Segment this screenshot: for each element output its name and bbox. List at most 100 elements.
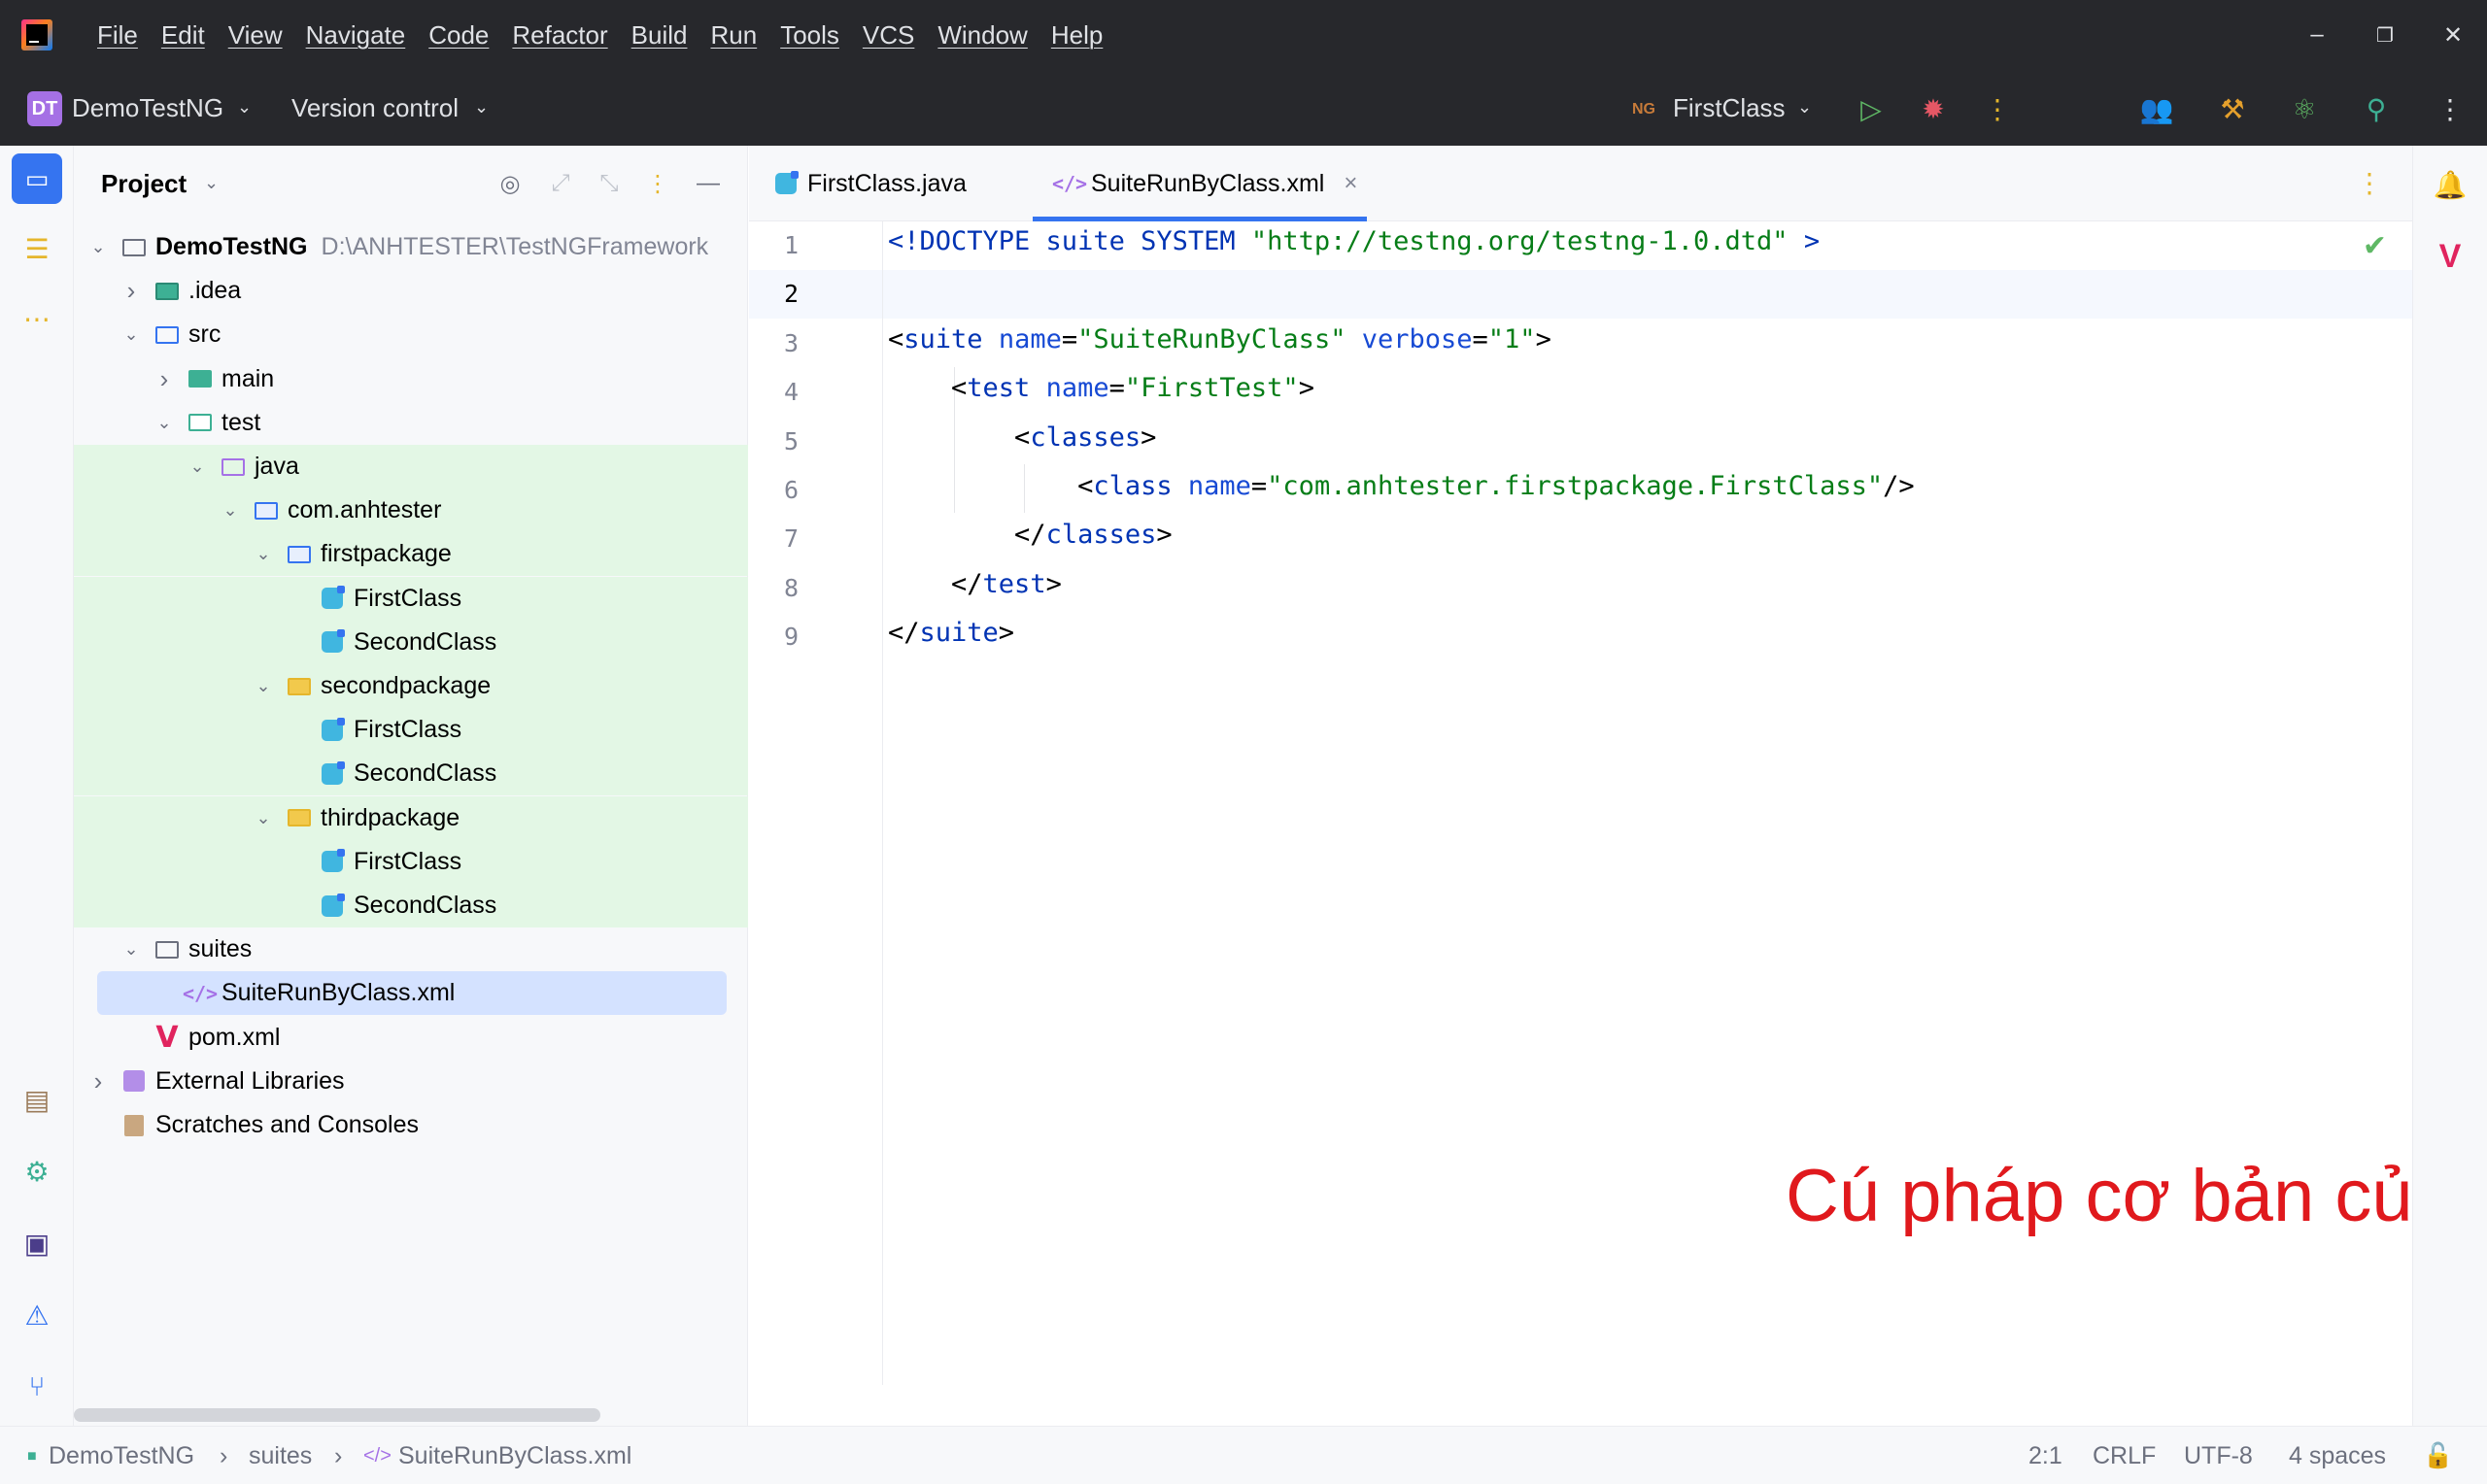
tree-item[interactable]: SecondClass [74,620,748,664]
external-libraries-icon [120,1068,148,1094]
ai-assistant-icon[interactable]: ⚛ [2285,89,2324,128]
project-tool-icon[interactable]: ▭ [12,153,62,204]
tree-item[interactable]: FirstClass [74,708,748,753]
search-icon[interactable]: ⚲ [2357,89,2396,128]
maven-icon[interactable]: V [2425,231,2475,282]
lock-icon[interactable]: 🔓 [2423,1442,2453,1470]
tab-suiterunbyclass-xml[interactable]: </> SuiteRunByClass.xml × [1033,146,1367,221]
menu-edit[interactable]: Edit [161,20,205,51]
breadcrumb-folder[interactable]: suites [249,1442,312,1470]
chevron-down-icon[interactable]: ⌄ [474,97,489,118]
chevron-down-icon[interactable]: ⌄ [253,808,274,828]
chevron-down-icon[interactable]: ⌄ [253,544,274,564]
chevron-down-icon[interactable]: ⌄ [237,97,252,118]
chevron-down-icon[interactable]: ⌄ [1797,97,1812,118]
structure-tool-icon[interactable]: ☰ [12,223,62,274]
debug-icon[interactable]: ✹ [1914,89,1953,128]
intellij-logo-icon[interactable] [21,19,52,51]
terminal-icon[interactable]: ▣ [12,1218,62,1268]
problems-icon[interactable]: ⚠ [12,1290,62,1340]
no-problems-check-icon[interactable]: ✔ [2363,229,2387,263]
menu-window[interactable]: Window [937,20,1027,51]
tree-item[interactable]: ⌄ java [74,445,748,489]
tree-item[interactable]: FirstClass [74,839,748,884]
horizontal-scrollbar[interactable] [74,1408,600,1422]
menu-refactor[interactable]: Refactor [512,20,607,51]
tree-item[interactable]: ⌄ DemoTestNG D:\ANHTESTER\TestNGFramework [74,225,748,269]
tree-item[interactable]: SecondClass [74,884,748,928]
tab-firstclass-java[interactable]: FirstClass.java [772,146,1035,221]
expand-all-icon[interactable]: ⤢ [544,167,577,200]
menu-help[interactable]: Help [1051,20,1103,51]
collapse-all-icon[interactable]: ⤡ [593,167,626,200]
chevron-down-icon[interactable]: ⌄ [120,324,142,345]
tree-item[interactable]: Vpom.xml [74,1016,748,1060]
menu-build[interactable]: Build [631,20,688,51]
more-tools-icon[interactable]: ⋯ [12,293,62,344]
project-badge[interactable]: DT [27,91,62,126]
settings-menu-icon[interactable]: ⋮ [2431,89,2470,128]
more-actions-icon[interactable]: ⋮ [1978,89,2017,128]
services-tool-icon[interactable]: ▤ [12,1074,62,1125]
options-icon[interactable]: ⋮ [641,167,674,200]
tree-item[interactable]: › External Libraries [74,1060,748,1103]
chevron-right-icon[interactable]: › [87,1066,109,1096]
tree-item[interactable]: › main [74,357,748,401]
tree-item[interactable]: ⌄ com.anhtester [74,489,748,533]
menu-code[interactable]: Code [428,20,489,51]
menu-view[interactable]: View [228,20,283,51]
build-tools-icon[interactable]: ⚒ [2213,89,2252,128]
code-token: test [982,568,1046,599]
locate-file-icon[interactable]: ◎ [494,167,527,200]
chevron-down-icon[interactable]: ⌄ [204,173,219,193]
tree-item[interactable]: SecondClass [74,752,748,796]
project-selector[interactable]: DemoTestNG [72,93,223,123]
file-encoding[interactable]: UTF-8 [2184,1442,2253,1470]
restore-button[interactable]: ❐ [2351,0,2419,70]
chevron-down-icon[interactable]: ⌄ [87,237,109,257]
minimize-button[interactable]: – [2283,0,2351,70]
code-with-me-icon[interactable]: 👥 [2137,89,2176,128]
chevron-down-icon[interactable]: ⌄ [187,456,208,477]
close-tab-icon[interactable]: × [1344,170,1357,197]
run-configuration-selector[interactable]: FirstClass [1673,93,1786,123]
tab-options-icon[interactable]: ⋮ [2356,167,2383,199]
git-branch-icon[interactable]: ⑂ [12,1362,62,1412]
indent-setting[interactable]: 4 spaces [2289,1442,2386,1470]
menu-vcs[interactable]: VCS [863,20,914,51]
hide-panel-icon[interactable]: — [692,167,725,200]
chevron-down-icon[interactable]: ⌄ [153,413,175,433]
tree-item[interactable]: ⌄ thirdpackage [74,795,748,840]
menu-file[interactable]: File [97,20,138,51]
tree-item[interactable]: ⌄ secondpackage [74,664,748,708]
version-control-menu[interactable]: Version control [291,93,459,123]
code-editor[interactable]: 1 2 3 4 5 6 7 8 9 <!DOCTYPE suite SYSTEM "http:/… [749,221,2487,1385]
tree-item[interactable]: ⌄ firstpackage [74,532,748,577]
chevron-right-icon[interactable]: › [153,364,175,394]
tree-item[interactable]: › .idea [74,269,748,313]
tree-item-label: SecondClass [354,759,497,788]
tree-item[interactable]: ⌄ test [74,401,748,445]
panel-title[interactable]: Project [101,169,187,199]
menu-run[interactable]: Run [710,20,757,51]
tree-item[interactable]: FirstClass [74,576,748,621]
line-ending[interactable]: CRLF [2093,1442,2156,1470]
tree-item[interactable]: ⌄ suites [74,928,748,971]
settings-gear-icon[interactable]: ⚙ [12,1146,62,1197]
chevron-right-icon[interactable]: › [120,276,142,306]
notifications-bell-icon[interactable]: 🔔 [2425,159,2475,210]
chevron-down-icon[interactable]: ⌄ [253,676,274,696]
breadcrumb-file[interactable]: SuiteRunByClass.xml [398,1442,631,1470]
chevron-down-icon[interactable]: ⌄ [220,500,241,521]
menu-tools[interactable]: Tools [780,20,839,51]
breadcrumb-project[interactable]: DemoTestNG [49,1442,194,1470]
chevron-down-icon[interactable]: ⌄ [120,939,142,960]
tree-item[interactable]: ⌄ src [74,313,748,356]
tree-item[interactable]: </> SuiteRunByClass.xml [97,971,727,1016]
tree-item[interactable]: Scratches and Consoles [74,1103,748,1147]
menu-navigate[interactable]: Navigate [306,20,406,51]
run-icon[interactable]: ▷ [1852,89,1891,128]
code-line: </suite> [888,609,1014,658]
caret-position[interactable]: 2:1 [2028,1442,2062,1470]
close-window-button[interactable]: ✕ [2419,0,2487,70]
